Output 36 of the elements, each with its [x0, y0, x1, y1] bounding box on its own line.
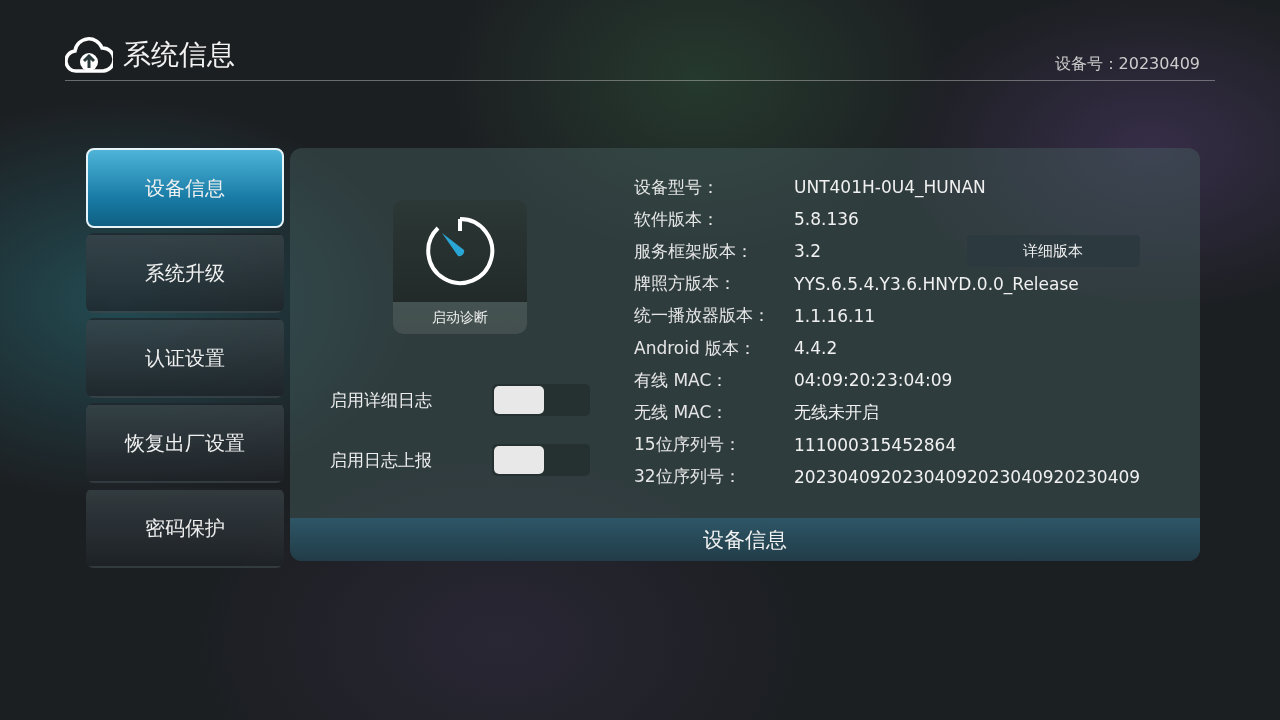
- info-label: 15位序列号：: [634, 433, 742, 457]
- diagnostics-button[interactable]: 启动诊断: [393, 200, 527, 334]
- info-label: Android 版本：: [634, 336, 758, 360]
- footer-title: 设备信息: [703, 526, 787, 554]
- sidebar-item[interactable]: 密码保护: [86, 488, 284, 568]
- page-title: 系统信息: [123, 37, 235, 73]
- info-value: 111000315452864: [794, 434, 958, 455]
- info-value: 5.8.136: [794, 209, 860, 230]
- info-label: 牌照方版本：: [634, 272, 737, 296]
- timer-icon: [424, 215, 496, 287]
- info-label: 服务框架版本：: [634, 239, 754, 263]
- info-value: 20230409202304092023040920230409: [794, 466, 1141, 487]
- info-label: 设备型号：: [634, 175, 720, 199]
- detail-version-button[interactable]: 详细版本: [966, 235, 1141, 268]
- sidebar-item[interactable]: 恢复出厂设置: [86, 403, 284, 483]
- cloud-upload-icon: [65, 35, 113, 75]
- toggle-label: 启用详细日志: [330, 388, 432, 412]
- toggle-switch[interactable]: [492, 444, 590, 476]
- sidebar-item[interactable]: 设备信息: [86, 148, 284, 228]
- sidebar-item[interactable]: 系统升级: [86, 233, 284, 313]
- info-value: UNT401H-0U4_HUNAN: [794, 177, 987, 198]
- toggle-label: 启用日志上报: [330, 448, 432, 472]
- device-number: 设备号：20230409: [1054, 53, 1200, 75]
- info-label: 无线 MAC：: [634, 400, 730, 424]
- info-value: 3.2: [794, 241, 823, 262]
- info-value: 无线未开启: [794, 400, 880, 424]
- info-label: 有线 MAC：: [634, 368, 730, 392]
- toggle-switch[interactable]: [492, 384, 590, 416]
- info-label: 32位序列号：: [634, 465, 742, 489]
- info-value: 4.4.2: [794, 338, 839, 359]
- info-value: 04:09:20:23:04:09: [794, 370, 954, 391]
- info-label: 软件版本：: [634, 207, 720, 231]
- sidebar-item[interactable]: 认证设置: [86, 318, 284, 398]
- info-value: 1.1.16.11: [794, 305, 877, 326]
- info-label: 统一播放器版本：: [634, 304, 771, 328]
- info-value: YYS.6.5.4.Y3.6.HNYD.0.0_Release: [794, 273, 1080, 294]
